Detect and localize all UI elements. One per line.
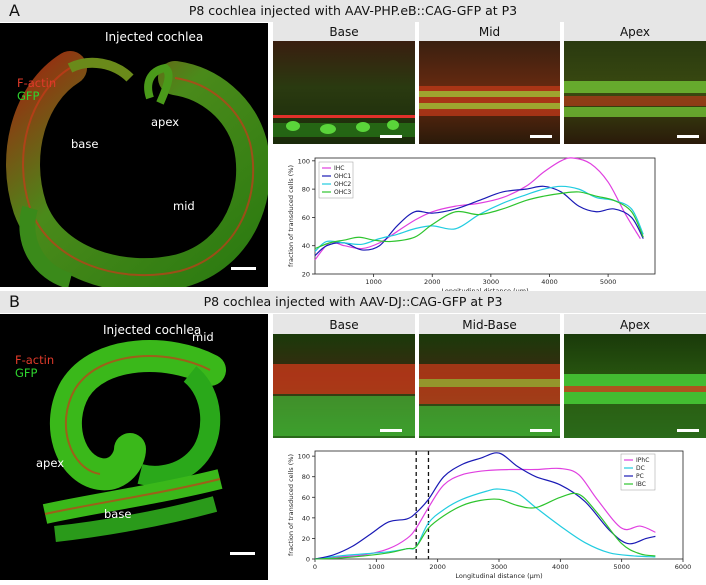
x-tick-label: 5000 <box>600 278 617 286</box>
y-tick-label: 60 <box>302 494 310 502</box>
tile-a-mid <box>419 41 560 144</box>
x-axis-label: Longitudinal distance (µm) <box>455 572 542 580</box>
x-tick-label: 4000 <box>552 563 569 571</box>
plot-frame <box>314 157 656 275</box>
legend-label: IBC <box>636 481 646 488</box>
panel-a-cochlea-micrograph: Injected cochlea F-actin GFP apex base m… <box>0 23 268 287</box>
tile-head-a-mid: Mid <box>419 21 560 43</box>
legend-label: IPhC <box>636 457 649 464</box>
x-tick-label: 2000 <box>424 278 441 286</box>
legend-red-b: F-actin <box>15 353 55 367</box>
legend-label: OHC2 <box>334 181 351 188</box>
tile-a-base <box>273 41 415 144</box>
panel-a-banner: A P8 cochlea injected with AAV-PHP.eB::C… <box>0 0 706 22</box>
panel-b-cochlea-micrograph: Injected cochlea F-actin GFP mid apex ba… <box>0 314 268 580</box>
x-tick-label: 2000 <box>429 563 446 571</box>
scale-bar-a-base <box>380 135 402 138</box>
legend-red-a: F-actin <box>17 76 57 90</box>
panel-b-banner: B P8 cochlea injected with AAV-DJ::CAG-G… <box>0 291 706 313</box>
y-tick-label: 40 <box>302 242 310 250</box>
tile-head-b-base: Base <box>273 314 415 336</box>
label-base-a: base <box>71 137 99 151</box>
tile-head-b-midbase: Mid-Base <box>419 314 560 336</box>
y-tick-label: 0 <box>306 556 310 564</box>
x-tick-label: 3000 <box>491 563 508 571</box>
scale-bar-a-mid <box>530 135 552 138</box>
y-tick-label: 100 <box>298 453 310 461</box>
cochlea-a-image <box>6 51 268 287</box>
y-tick-label: 40 <box>302 514 310 522</box>
cochlea-b-heading: Injected cochlea <box>103 323 202 337</box>
scale-bar-b-midbase <box>530 429 552 432</box>
tile-head-b-apex: Apex <box>564 314 706 336</box>
tile-b-midbase <box>419 334 560 438</box>
x-tick-label: 4000 <box>541 278 558 286</box>
y-tick-label: 100 <box>298 157 310 165</box>
label-mid-b: mid <box>192 330 214 344</box>
panel-a-title: P8 cochlea injected with AAV-PHP.eB::CAG… <box>188 3 518 18</box>
legend-label: IHC <box>334 165 344 172</box>
chart-a-svg: 2040608010010002000300040005000Longitudi… <box>287 157 656 295</box>
legend-label: PC <box>636 473 644 480</box>
tile-head-a-apex: Apex <box>564 21 706 43</box>
legend-label: OHC1 <box>334 173 351 180</box>
series-line-pc <box>314 452 656 560</box>
tile-b-base <box>273 334 415 438</box>
x-tick-label: 0 <box>313 563 317 571</box>
chart-b-svg: 0204060801000 1000 2000 3000 4000 5000 6000Lon… <box>287 450 692 580</box>
legend-label: DC <box>636 465 645 472</box>
tile-b-apex <box>564 334 706 438</box>
y-tick-label: 20 <box>302 271 310 279</box>
x-tick-label: 1000 <box>365 278 382 286</box>
label-base-b: base <box>104 507 132 521</box>
x-tick-label: 1000 <box>368 563 385 571</box>
legend-green-a: GFP <box>17 89 40 103</box>
x-tick-label: 3000 <box>483 278 500 286</box>
chart-b: 0 20 40 60 80 100 0 1000 2000 3000 4000 5000 6000 Lon… <box>273 441 706 581</box>
scale-bar-a-apex <box>677 135 699 138</box>
series-line-iphc <box>314 467 656 560</box>
y-tick-label: 60 <box>302 214 310 222</box>
scale-bar-a <box>231 267 256 270</box>
label-apex-b: apex <box>36 456 65 470</box>
tile-a-apex <box>564 41 706 144</box>
chart-a: 2040608010010002000300040005000Longitudi… <box>273 148 706 295</box>
x-tick-label: 6000 <box>675 563 692 571</box>
x-tick-label: 5000 <box>613 563 630 571</box>
label-mid-a: mid <box>173 199 195 213</box>
y-tick-label: 20 <box>302 535 310 543</box>
cochlea-a-heading: Injected cochlea <box>105 30 204 44</box>
scale-bar-b-base <box>380 429 402 432</box>
scale-bar-b <box>230 552 255 555</box>
legend-green-b: GFP <box>15 366 38 380</box>
y-axis-label: fraction of transduced cells (%) <box>287 165 295 267</box>
y-tick-label: 80 <box>302 186 310 194</box>
y-axis-label: fraction of transduced cells (%) <box>287 454 295 556</box>
tile-head-a-base: Base <box>273 21 415 43</box>
y-tick-label: 80 <box>302 473 310 481</box>
label-apex-a: apex <box>151 115 180 129</box>
series-line-ibc <box>314 492 656 560</box>
scale-bar-b-apex <box>677 429 699 432</box>
panel-b-title: P8 cochlea injected with AAV-DJ::CAG-GFP… <box>203 294 503 309</box>
legend-label: OHC3 <box>334 189 351 196</box>
